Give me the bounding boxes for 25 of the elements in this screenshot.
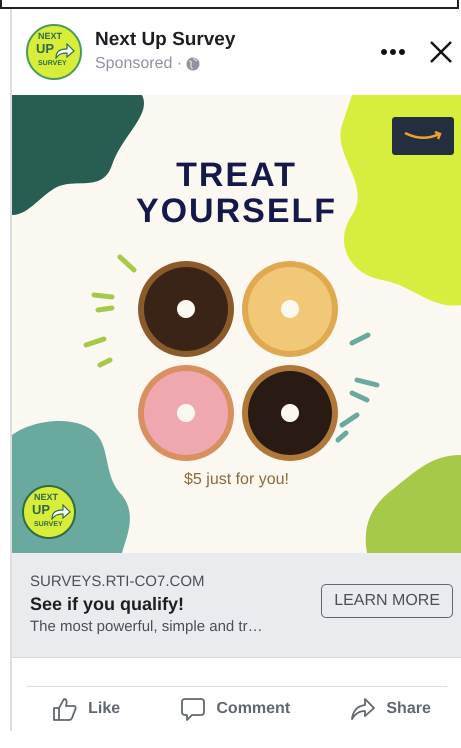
offer-text: $5 just for you! xyxy=(184,470,289,490)
link-description: The most powerful, simple and tr… xyxy=(30,617,264,637)
more-options-icon[interactable] xyxy=(379,48,407,56)
headline-text: TREAT xyxy=(176,157,297,193)
link-domain: SURVEYS.RTI-CO7.COM xyxy=(30,572,206,592)
arrow-icon xyxy=(55,43,75,59)
close-icon[interactable] xyxy=(429,40,453,64)
thumbs-up-icon xyxy=(52,696,78,722)
share-action[interactable]: Share xyxy=(346,691,435,727)
globe-icon xyxy=(186,57,200,71)
sponsored-label: Sponsored · xyxy=(95,54,182,74)
logo-text: UP xyxy=(36,42,54,56)
headline-text: YOURSELF xyxy=(136,193,338,229)
logo-text: NEXT xyxy=(38,31,62,41)
logo-text: UP xyxy=(32,503,50,517)
share-arrow-icon xyxy=(350,696,376,722)
speech-bubble-icon xyxy=(180,696,206,722)
gift-card-drawing xyxy=(392,117,454,155)
arrow-icon xyxy=(51,504,71,520)
comment-action[interactable]: Comment xyxy=(176,691,294,727)
like-action[interactable]: Like xyxy=(48,691,124,727)
link-title[interactable]: See if you qualify! xyxy=(30,592,322,616)
logo-text: NEXT xyxy=(34,492,58,502)
page-name[interactable]: Next Up Survey xyxy=(95,28,236,52)
learn-more-button[interactable]: LEARN MORE xyxy=(321,584,453,618)
